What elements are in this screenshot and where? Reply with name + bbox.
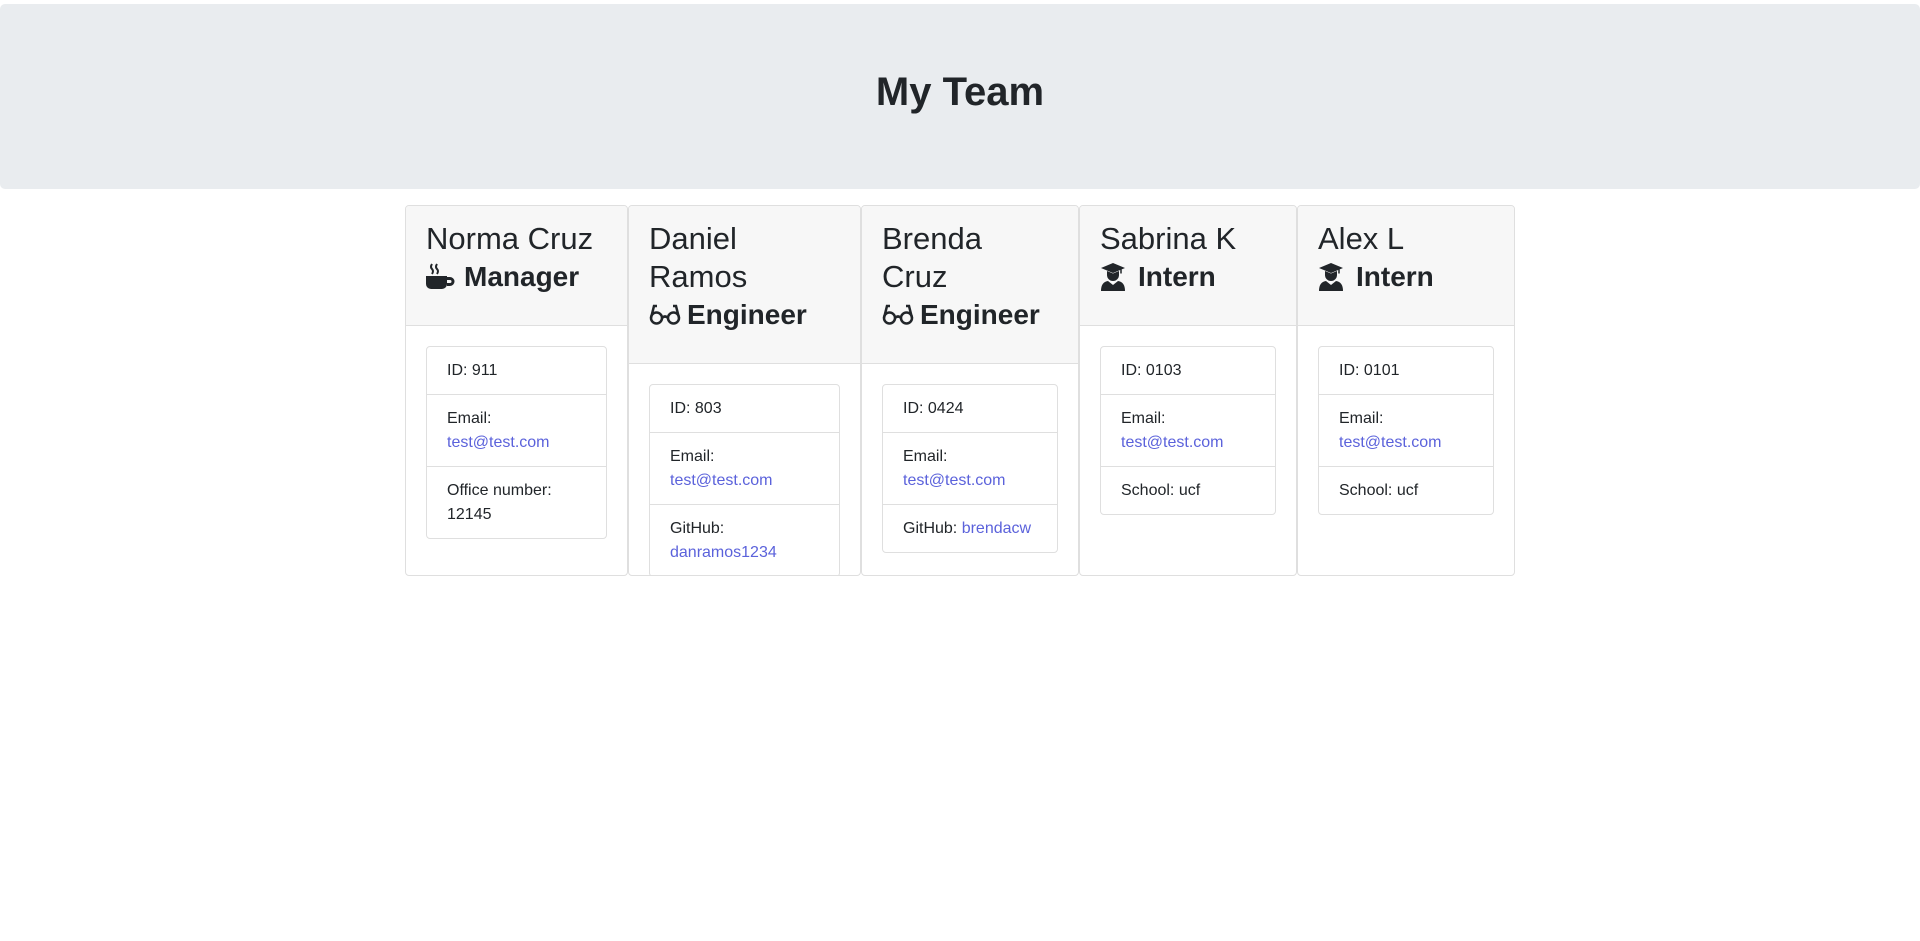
- graduate-icon: [1100, 262, 1134, 292]
- role-label: Intern: [1138, 261, 1216, 292]
- id-label: ID:: [670, 400, 695, 417]
- employee-name: Norma Cruz: [426, 221, 594, 256]
- role-label: Intern: [1356, 261, 1434, 292]
- email-label: Email:: [670, 448, 715, 465]
- glasses-icon: [649, 300, 683, 330]
- page-header: My Team: [0, 4, 1920, 189]
- employee-card-manager: Norma Cruz Manager ID: 911 Email: test@t…: [405, 205, 628, 576]
- github-item: GitHub: brendacw: [883, 504, 1057, 552]
- github-link[interactable]: brendacw: [962, 520, 1031, 537]
- email-label: Email:: [1121, 410, 1166, 427]
- id-value: 0103: [1145, 362, 1182, 379]
- email-item: Email: test@test.com: [883, 432, 1057, 504]
- email-item: Email: test@test.com: [650, 432, 839, 504]
- school-item: School: ucf: [1101, 466, 1275, 514]
- email-link[interactable]: test@test.com: [1121, 434, 1224, 451]
- id-label: ID:: [903, 400, 928, 417]
- github-label: GitHub:: [903, 520, 962, 537]
- employee-name: Brenda Cruz: [882, 221, 982, 294]
- email-link[interactable]: test@test.com: [903, 472, 1006, 489]
- github-item: GitHub: danramos1234: [650, 504, 839, 575]
- card-header: Sabrina K Intern: [1080, 206, 1296, 326]
- employee-role: Engineer: [882, 296, 1058, 334]
- employee-card-engineer: Brenda Cruz Engineer ID: 0424 Email: tes…: [861, 205, 1079, 576]
- id-value: 911: [471, 362, 498, 379]
- employee-card-intern: Alex L Intern ID: 0101 Email: test@test.…: [1297, 205, 1515, 576]
- info-list: ID: 0103 Email: test@test.com School: uc…: [1100, 346, 1276, 515]
- github-link[interactable]: danramos1234: [670, 544, 777, 561]
- page-title: My Team: [875, 70, 1045, 114]
- card-header: Norma Cruz Manager: [406, 206, 627, 326]
- employee-name: Sabrina K: [1100, 221, 1237, 256]
- info-list: ID: 803 Email: test@test.com GitHub: dan…: [649, 384, 840, 575]
- office-label: Office number:: [447, 482, 552, 499]
- email-label: Email:: [1339, 410, 1384, 427]
- email-item: Email: test@test.com: [427, 394, 606, 466]
- card-body: ID: 0103 Email: test@test.com School: uc…: [1080, 326, 1296, 535]
- graduate-icon: [1318, 262, 1352, 292]
- id-item: ID: 911: [427, 347, 606, 394]
- email-link[interactable]: test@test.com: [670, 472, 773, 489]
- school-label: School:: [1121, 482, 1179, 499]
- email-item: Email: test@test.com: [1319, 394, 1493, 466]
- employee-role: Manager: [426, 258, 607, 296]
- office-value: 12145: [447, 506, 492, 523]
- info-list: ID: 911 Email: test@test.com Office numb…: [426, 346, 607, 539]
- email-link[interactable]: test@test.com: [447, 434, 550, 451]
- email-item: Email: test@test.com: [1101, 394, 1275, 466]
- info-list: ID: 0101 Email: test@test.com School: uc…: [1318, 346, 1494, 515]
- id-item: ID: 0103: [1101, 347, 1275, 394]
- id-item: ID: 803: [650, 385, 839, 432]
- id-label: ID:: [447, 362, 472, 379]
- role-label: Engineer: [920, 299, 1040, 330]
- glasses-icon: [882, 300, 916, 330]
- coffee-icon: [426, 262, 460, 292]
- employee-role: Intern: [1318, 258, 1494, 296]
- card-header: Daniel Ramos Engineer: [629, 206, 860, 364]
- school-value: ucf: [1178, 482, 1201, 499]
- email-link[interactable]: test@test.com: [1339, 434, 1442, 451]
- role-label: Manager: [464, 261, 580, 292]
- email-label: Email:: [447, 410, 492, 427]
- employee-card-engineer: Daniel Ramos Engineer ID: 803 Email: tes…: [628, 205, 861, 576]
- id-value: 803: [694, 400, 722, 417]
- employee-card-intern: Sabrina K Intern ID: 0103 Email: test@te…: [1079, 205, 1297, 576]
- employee-name: Daniel Ramos: [649, 221, 748, 294]
- role-label: Engineer: [687, 299, 807, 330]
- id-value: 0424: [927, 400, 964, 417]
- employee-name: Alex L: [1318, 221, 1405, 256]
- card-header: Brenda Cruz Engineer: [862, 206, 1078, 364]
- info-list: ID: 0424 Email: test@test.com GitHub: br…: [882, 384, 1058, 553]
- id-value: 0101: [1363, 362, 1400, 379]
- card-body: ID: 0101 Email: test@test.com School: uc…: [1298, 326, 1514, 535]
- id-label: ID:: [1339, 362, 1364, 379]
- employee-role: Engineer: [649, 296, 840, 334]
- id-label: ID:: [1121, 362, 1146, 379]
- office-item: Office number: 12145: [427, 466, 606, 538]
- card-body: ID: 0424 Email: test@test.com GitHub: br…: [862, 364, 1078, 573]
- card-body: ID: 803 Email: test@test.com GitHub: dan…: [629, 364, 860, 575]
- card-header: Alex L Intern: [1298, 206, 1514, 326]
- school-item: School: ucf: [1319, 466, 1493, 514]
- card-body: ID: 911 Email: test@test.com Office numb…: [406, 326, 627, 559]
- github-label: GitHub:: [670, 520, 725, 537]
- email-label: Email:: [903, 448, 948, 465]
- id-item: ID: 0101: [1319, 347, 1493, 394]
- id-item: ID: 0424: [883, 385, 1057, 432]
- school-value: ucf: [1396, 482, 1419, 499]
- school-label: School:: [1339, 482, 1397, 499]
- employee-role: Intern: [1100, 258, 1276, 296]
